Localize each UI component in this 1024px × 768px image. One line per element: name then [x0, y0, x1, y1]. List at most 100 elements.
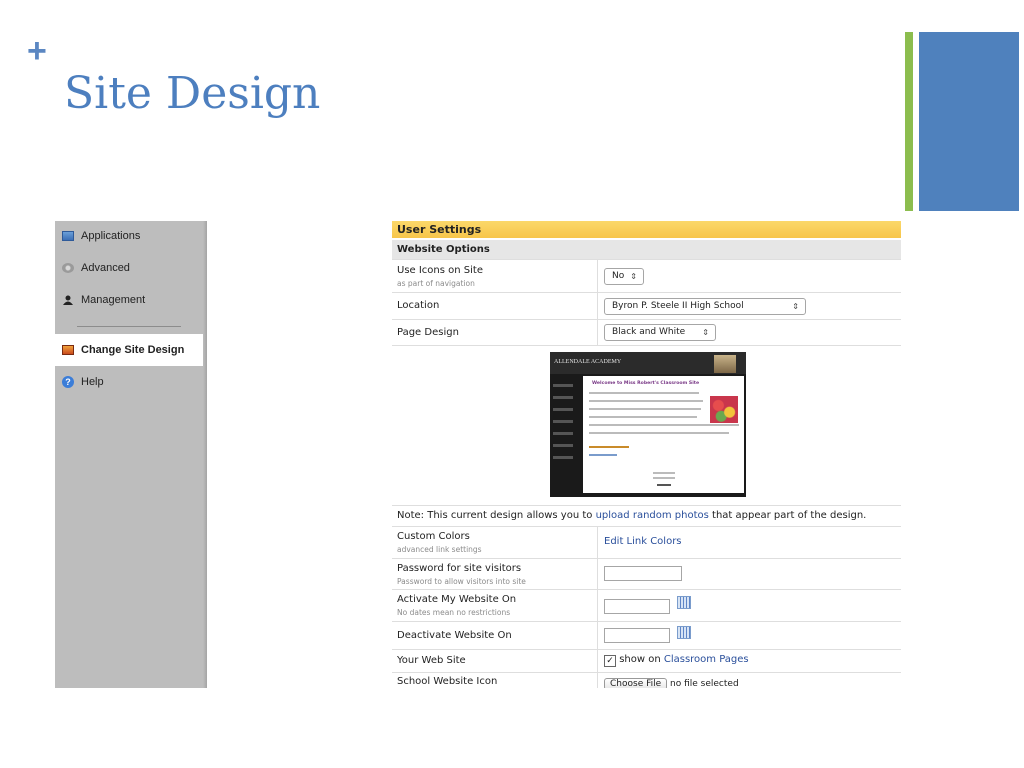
preview-nav-line: [553, 444, 573, 447]
sidebar: Applications Advanced Management Change …: [55, 221, 207, 688]
sidebar-item-advanced[interactable]: Advanced: [55, 253, 207, 283]
preview-nav-line: [553, 420, 573, 423]
sidebar-separator: [77, 326, 181, 327]
location-label: Location: [397, 300, 440, 311]
preview-text-line: [657, 484, 671, 486]
image-icon: [62, 345, 74, 355]
location-select[interactable]: Byron P. Steele II High School ⇕: [604, 298, 806, 315]
preview-brand: ALLENDALE ACADEMY: [554, 359, 622, 365]
slide-title: Site Design: [64, 68, 321, 119]
preview-nav-line: [553, 432, 573, 435]
column-divider: [597, 650, 598, 672]
column-divider: [597, 559, 598, 589]
checkbox-checked-icon[interactable]: ✓: [604, 655, 616, 667]
password-input[interactable]: [604, 566, 682, 581]
sidebar-item-change-site-design[interactable]: Change Site Design: [55, 334, 207, 366]
preview-text-line: [653, 472, 675, 474]
column-divider: [597, 527, 598, 558]
preview-nav-line: [553, 456, 573, 459]
custom-colors-row: Custom Colors advanced link settings Edi…: [392, 527, 901, 559]
use-icons-label: Use Icons on Site: [397, 265, 483, 276]
settings-screenshot: Applications Advanced Management Change …: [55, 221, 902, 688]
location-row: Location Byron P. Steele II High School …: [392, 293, 901, 320]
design-note-row: Note: This current design allows you to …: [392, 506, 901, 527]
checkbox-label: show on: [619, 654, 664, 665]
upload-photos-link[interactable]: upload random photos: [596, 510, 709, 521]
sidebar-item-label: Applications: [81, 230, 141, 242]
activate-date-input[interactable]: [604, 599, 670, 614]
column-divider: [597, 673, 598, 688]
note-suffix: that appear part of the design.: [708, 510, 867, 521]
column-divider: [597, 622, 598, 649]
user-settings-header: User Settings: [392, 221, 901, 238]
password-sublabel: Password to allow visitors into site: [397, 577, 526, 586]
preview-text-line: [589, 424, 739, 426]
custom-colors-sublabel: advanced link settings: [397, 545, 482, 554]
header-label: User Settings: [397, 223, 482, 236]
edit-link-colors-link[interactable]: Edit Link Colors: [604, 536, 682, 547]
calendar-icon[interactable]: [677, 626, 691, 639]
preview-text-line: [589, 408, 701, 410]
preview-flowers-image: [710, 396, 738, 423]
preview-building-image: [714, 355, 736, 373]
page-design-row: Page Design Black and White ⇕: [392, 320, 901, 346]
preview-nav-line: [553, 408, 573, 411]
preview-welcome: Welcome to Miss Robert's Classroom Site: [592, 381, 700, 386]
choose-file-button[interactable]: Choose File: [604, 678, 668, 688]
sidebar-item-management[interactable]: Management: [55, 285, 207, 315]
activate-sublabel: No dates mean no restrictions: [397, 608, 511, 617]
select-value: Byron P. Steele II High School: [612, 301, 744, 311]
sidebar-item-applications[interactable]: Applications: [55, 221, 207, 251]
preview-nav-line: [553, 396, 573, 399]
school-icon-row: School Website Icon Choose File no file …: [392, 673, 901, 688]
activate-row: Activate My Website On No dates mean no …: [392, 590, 901, 622]
preview-text-line: [589, 454, 617, 456]
deactivate-date-input[interactable]: [604, 628, 670, 643]
sidebar-item-label: Management: [81, 294, 146, 306]
design-note: Note: This current design allows you to …: [397, 510, 866, 521]
preview-nav-line: [553, 384, 573, 387]
file-chooser: Choose File no file selected: [604, 678, 739, 688]
preview-header: ALLENDALE ACADEMY: [550, 352, 746, 374]
preview-text-line: [589, 416, 697, 418]
calendar-icon[interactable]: [677, 596, 691, 609]
show-on-classroom-checkbox[interactable]: ✓ show on Classroom Pages: [604, 654, 749, 667]
page-design-select[interactable]: Black and White ⇕: [604, 324, 716, 341]
column-divider: [597, 320, 598, 345]
use-icons-sublabel: as part of navigation: [397, 279, 475, 288]
window-icon: [62, 231, 74, 241]
sidebar-item-label: Advanced: [81, 262, 130, 274]
settings-table: User Settings Website Options Use Icons …: [392, 221, 902, 688]
column-divider: [597, 590, 598, 621]
website-options-header: Website Options: [392, 240, 901, 260]
file-status: no file selected: [670, 679, 739, 688]
sidebar-item-label: Help: [81, 376, 104, 388]
column-divider: [597, 260, 598, 292]
user-icon: [63, 295, 73, 305]
select-arrow-icon: ⇕: [792, 302, 799, 311]
accent-green-bar: [905, 32, 913, 211]
design-preview-thumbnail[interactable]: ALLENDALE ACADEMY Welcome to Miss Robert…: [550, 352, 746, 497]
preview-text-line: [589, 446, 629, 448]
gear-icon: [62, 263, 74, 273]
select-value: No: [612, 271, 625, 281]
preview-text-line: [589, 432, 729, 434]
preview-content: Welcome to Miss Robert's Classroom Site: [583, 376, 744, 493]
accent-blue-block: [919, 32, 1019, 211]
school-icon-label: School Website Icon: [397, 676, 498, 687]
column-divider: [597, 293, 598, 319]
plus-mark: +: [27, 32, 47, 70]
custom-colors-label: Custom Colors: [397, 531, 470, 542]
page-design-label: Page Design: [397, 327, 459, 338]
preview-text-line: [589, 400, 703, 402]
use-icons-select[interactable]: No ⇕: [604, 268, 644, 285]
preview-nav: [550, 376, 582, 497]
preview-text-line: [589, 392, 699, 394]
select-arrow-icon: ⇕: [630, 272, 637, 281]
select-arrow-icon: ⇕: [702, 328, 709, 337]
activate-label: Activate My Website On: [397, 594, 517, 605]
sidebar-item-help[interactable]: ? Help: [55, 367, 207, 397]
note-text: Note: This current design allows you to: [397, 510, 596, 521]
classroom-pages-link[interactable]: Classroom Pages: [664, 654, 749, 665]
sidebar-edge: [203, 221, 207, 688]
